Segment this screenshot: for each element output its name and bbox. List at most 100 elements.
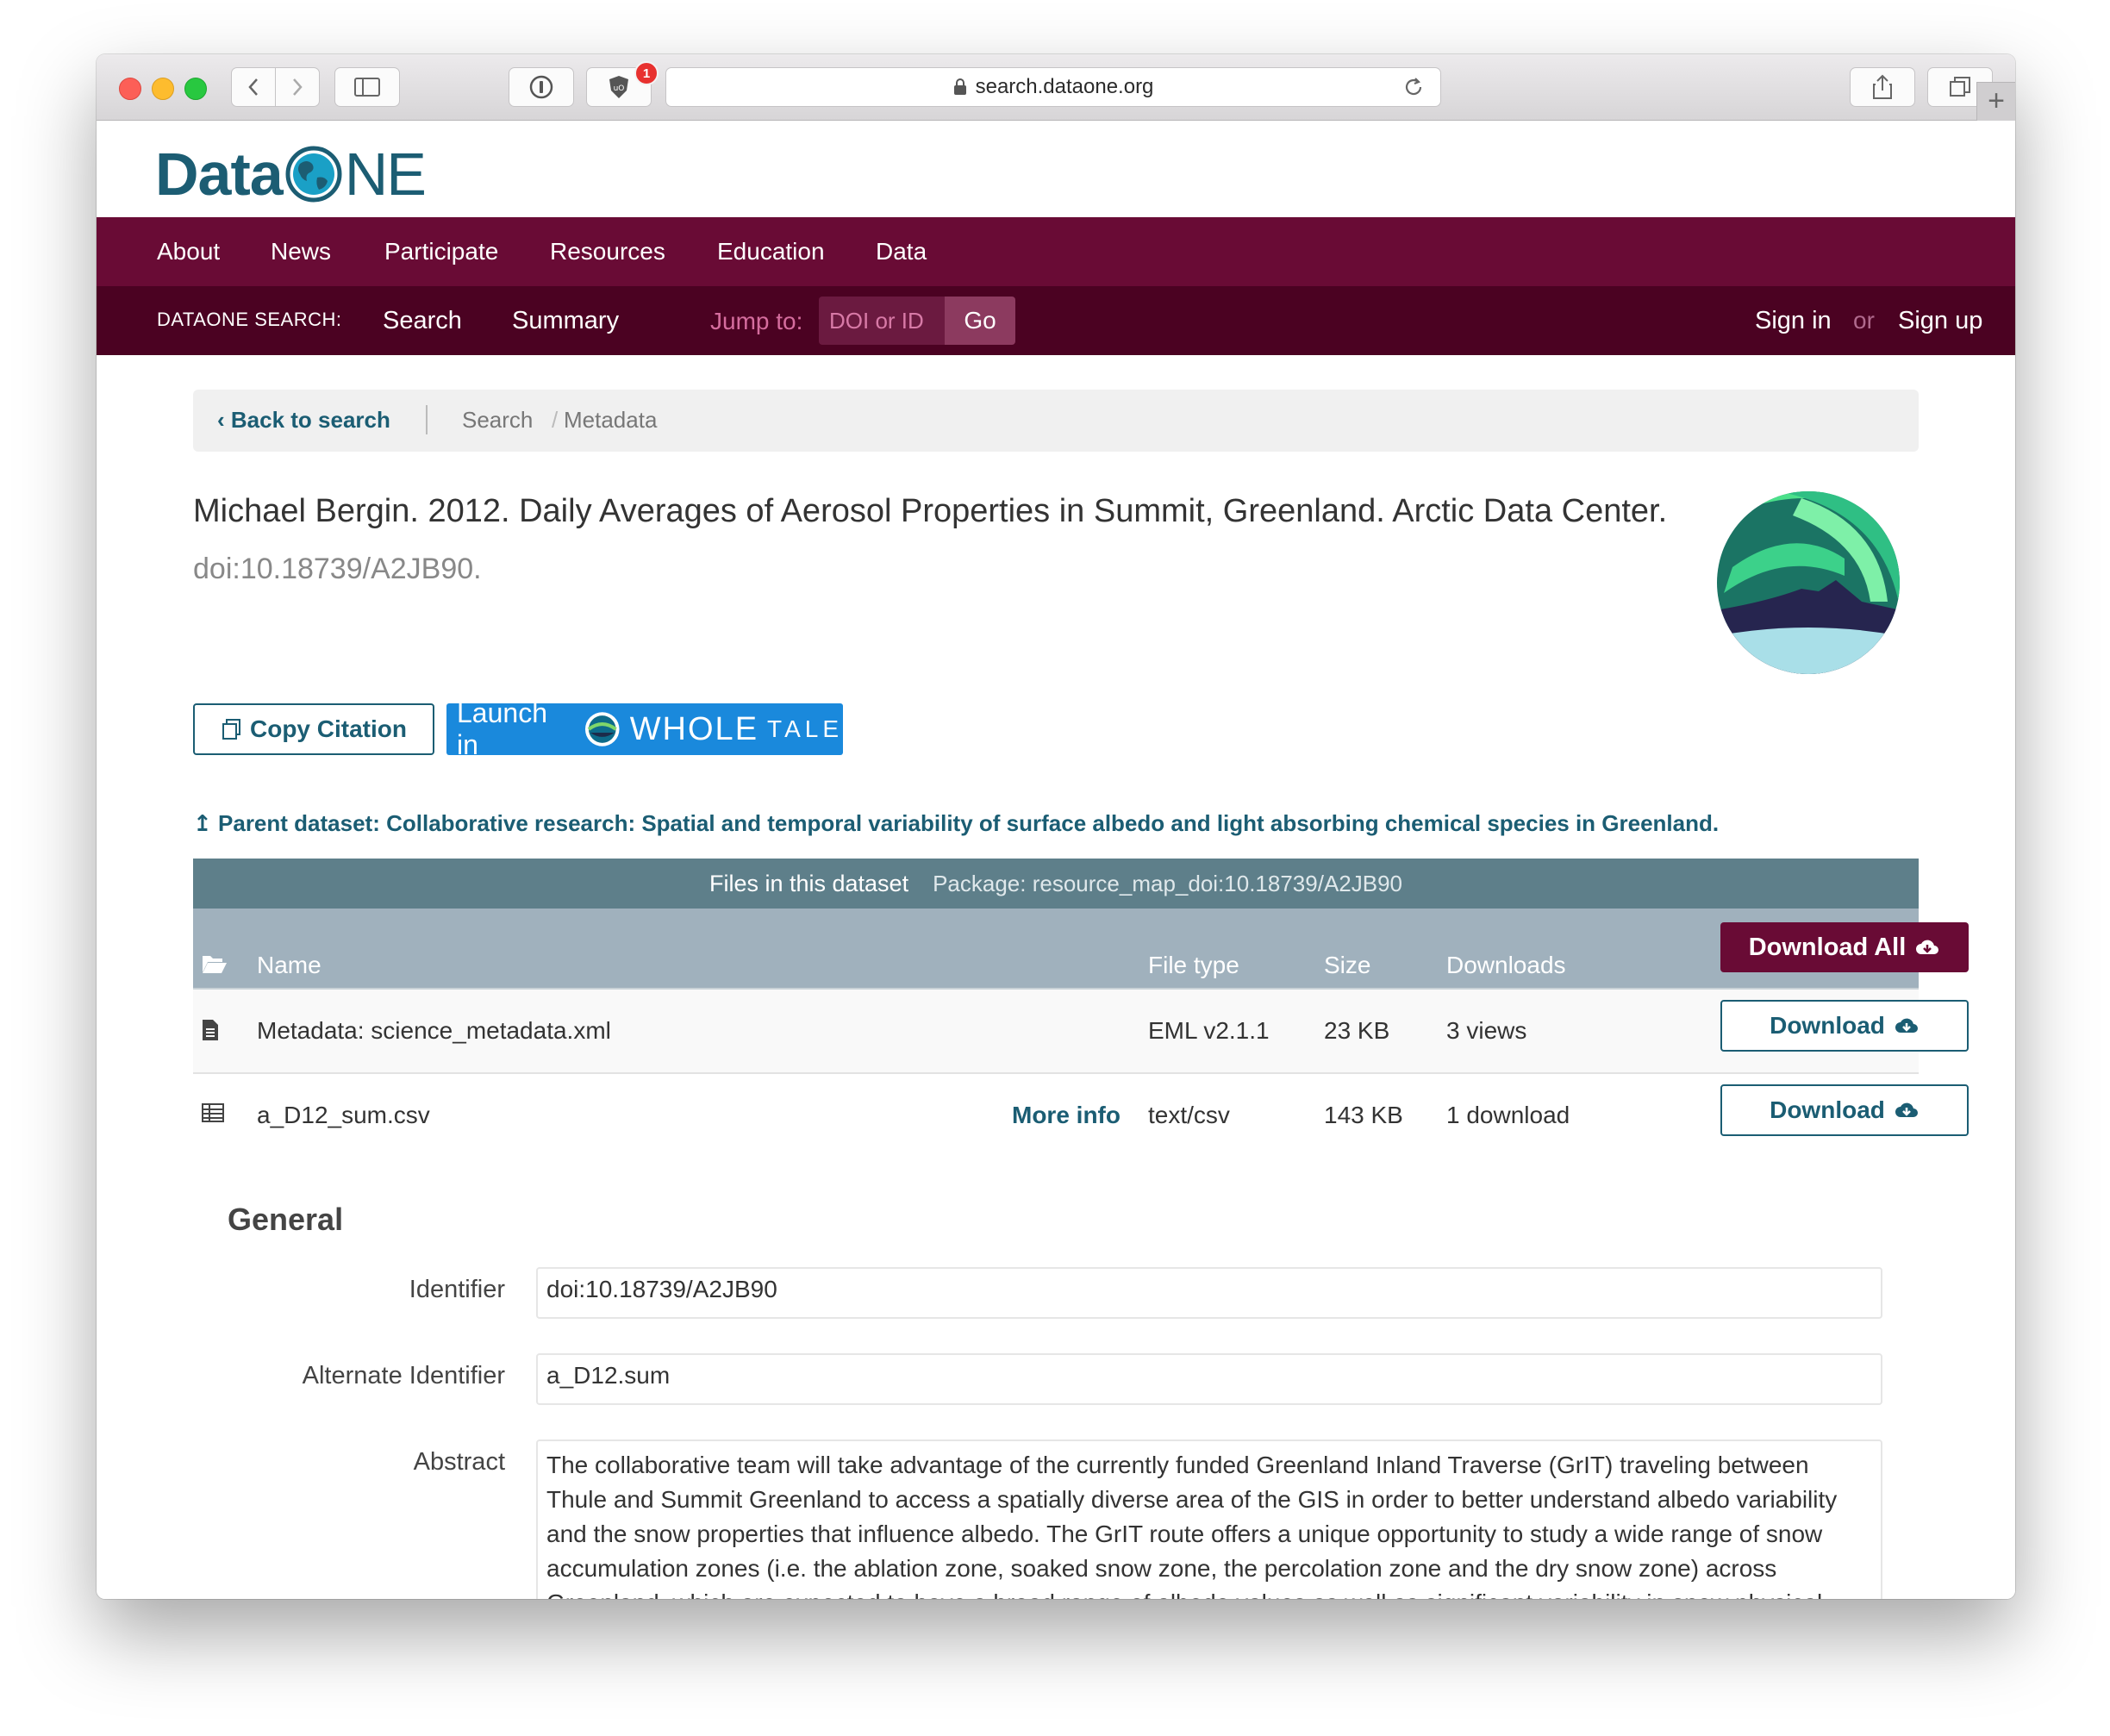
dataset-citation: Michael Bergin. 2012. Daily Averages of … [193,483,1719,597]
parent-label: Parent dataset: [218,810,380,836]
files-table-header: Files in this dataset Package: resource_… [193,859,1919,909]
copy-citation-button[interactable]: Copy Citation [193,703,434,755]
table-row: a_D12_sum.csv More info text/csv 143 KB … [193,1074,1969,1157]
nav-summary[interactable]: Summary [512,307,619,335]
breadcrumb: ‹ Back to search Search / Metadata [193,390,1919,452]
alternate-identifier-label: Alternate Identifier [302,1362,505,1389]
file-text-icon [203,1020,218,1040]
go-button[interactable]: Go [945,297,1015,345]
svg-text:uO: uO [614,84,625,93]
sign-in-link[interactable]: Sign in [1755,307,1832,335]
citation-doi[interactable]: doi:10.18739/A2JB90. [193,553,482,585]
close-window-button[interactable] [119,78,141,100]
cloud-download-icon [1916,940,1939,954]
file-downloads: 3 views [1446,1017,1527,1044]
alternate-identifier-value[interactable]: a_D12.sum [536,1353,1882,1405]
nav-education[interactable]: Education [717,238,825,265]
logo-text-ne: NE [344,141,427,208]
logo-text-data: Data [155,141,284,208]
minimize-window-button[interactable] [152,78,174,100]
tabs-icon [1950,77,1970,97]
file-size: 143 KB [1324,1102,1403,1128]
url-text: search.dataone.org [975,75,1154,98]
or-text: or [1853,307,1875,334]
back-to-search-label: Back to search [230,407,390,433]
parent-title: Collaborative research: Spatial and temp… [386,810,1720,836]
citation-text: Michael Bergin. 2012. Daily Averages of … [193,493,1668,529]
arctic-data-center-logo [1717,491,1900,674]
nav-search[interactable]: Search [383,307,462,335]
address-bar[interactable]: search.dataone.org [665,67,1441,107]
whole-tale-icon [585,712,620,746]
chevron-right-icon [293,78,303,96]
breadcrumb-search[interactable]: Search [462,407,533,434]
whole-label: WHOLE [629,710,759,747]
launch-in-label: Launch in [457,697,547,760]
parent-dataset-link[interactable]: ↥ Parent dataset: Collaborative research… [193,810,1719,837]
download-all-label: Download All [1748,933,1907,961]
notification-badge: 1 [634,61,659,85]
globe-icon [285,146,342,203]
general-heading: General [228,1202,344,1237]
nav-data[interactable]: Data [876,238,927,265]
abstract-label: Abstract [413,1448,505,1476]
col-downloads[interactable]: Downloads [1446,952,1566,979]
nav-resources[interactable]: Resources [550,238,665,265]
download-all-button[interactable]: Download All [1720,922,1969,972]
launch-whole-tale-button[interactable]: Launch in WHOLE TALE [446,697,843,760]
browser-window: uO 1 search.dataone.org + Data NE About … [97,54,2015,1599]
lock-icon [953,78,966,95]
col-name[interactable]: Name [257,952,321,979]
share-button[interactable] [1850,67,1915,107]
file-type: text/csv [1148,1102,1230,1128]
file-downloads: 1 download [1446,1102,1570,1128]
sidebar-toggle-button[interactable] [334,67,400,107]
files-columns: Name File type Size Downloads Download A… [193,909,1969,990]
file-name: Metadata: science_metadata.xml [257,1017,611,1044]
dataone-logo[interactable]: Data NE [155,140,427,209]
col-size[interactable]: Size [1324,952,1370,979]
breadcrumb-slash: / [552,407,559,433]
primary-nav: About News Participate Resources Educati… [97,217,2015,286]
tale-label: TALE [767,715,843,742]
chevron-left-icon [248,78,258,96]
file-name: a_D12_sum.csv [257,1102,430,1128]
search-nav: DATAONE SEARCH: Search Summary Jump to: … [97,286,2015,355]
dataone-search-label: DATAONE SEARCH: [157,309,342,330]
nav-about[interactable]: About [157,238,220,265]
copy-citation-label: Copy Citation [250,715,407,742]
table-row: Metadata: science_metadata.xml EML v2.1.… [193,990,1969,1074]
nav-participate[interactable]: Participate [384,238,498,265]
browser-toolbar: uO 1 search.dataone.org + [97,54,2015,121]
nav-news[interactable]: News [271,238,331,265]
back-to-search-link[interactable]: ‹ Back to search [217,407,390,434]
abstract-text[interactable]: The collaborative team will take advanta… [536,1439,1882,1599]
chevron-left-icon: ‹ [217,407,231,433]
sidebar-icon [354,78,380,97]
doi-input[interactable] [819,297,945,345]
shield-icon: uO [609,76,628,98]
cloud-download-icon [1895,1018,1918,1033]
new-tab-button[interactable]: + [1976,82,2015,121]
file-size: 23 KB [1324,1017,1390,1044]
folder-open-icon [203,956,227,973]
back-nav-button[interactable] [231,67,276,107]
download-button[interactable]: Download [1720,1000,1969,1052]
page-viewport: Data NE About News Participate Resources… [97,121,2015,1599]
identifier-value[interactable]: doi:10.18739/A2JB90 [536,1267,1882,1319]
download-button[interactable]: Download [1720,1084,1969,1136]
package-id: Package: resource_map_doi:10.18739/A2JB9… [933,870,1403,896]
share-icon [1873,74,1892,99]
files-heading: Files in this dataset [709,870,909,896]
sign-up-link[interactable]: Sign up [1898,307,1982,335]
zoom-window-button[interactable] [184,78,207,100]
password-button[interactable] [509,67,574,107]
col-file-type[interactable]: File type [1148,952,1239,979]
table-icon [202,1103,224,1122]
copy-icon [222,719,240,740]
more-info-link[interactable]: More info [1012,1102,1121,1129]
reload-icon[interactable] [1402,76,1425,98]
cloud-download-icon [1895,1102,1918,1117]
breadcrumb-metadata: Metadata [564,407,658,433]
forward-nav-button[interactable] [275,67,320,107]
